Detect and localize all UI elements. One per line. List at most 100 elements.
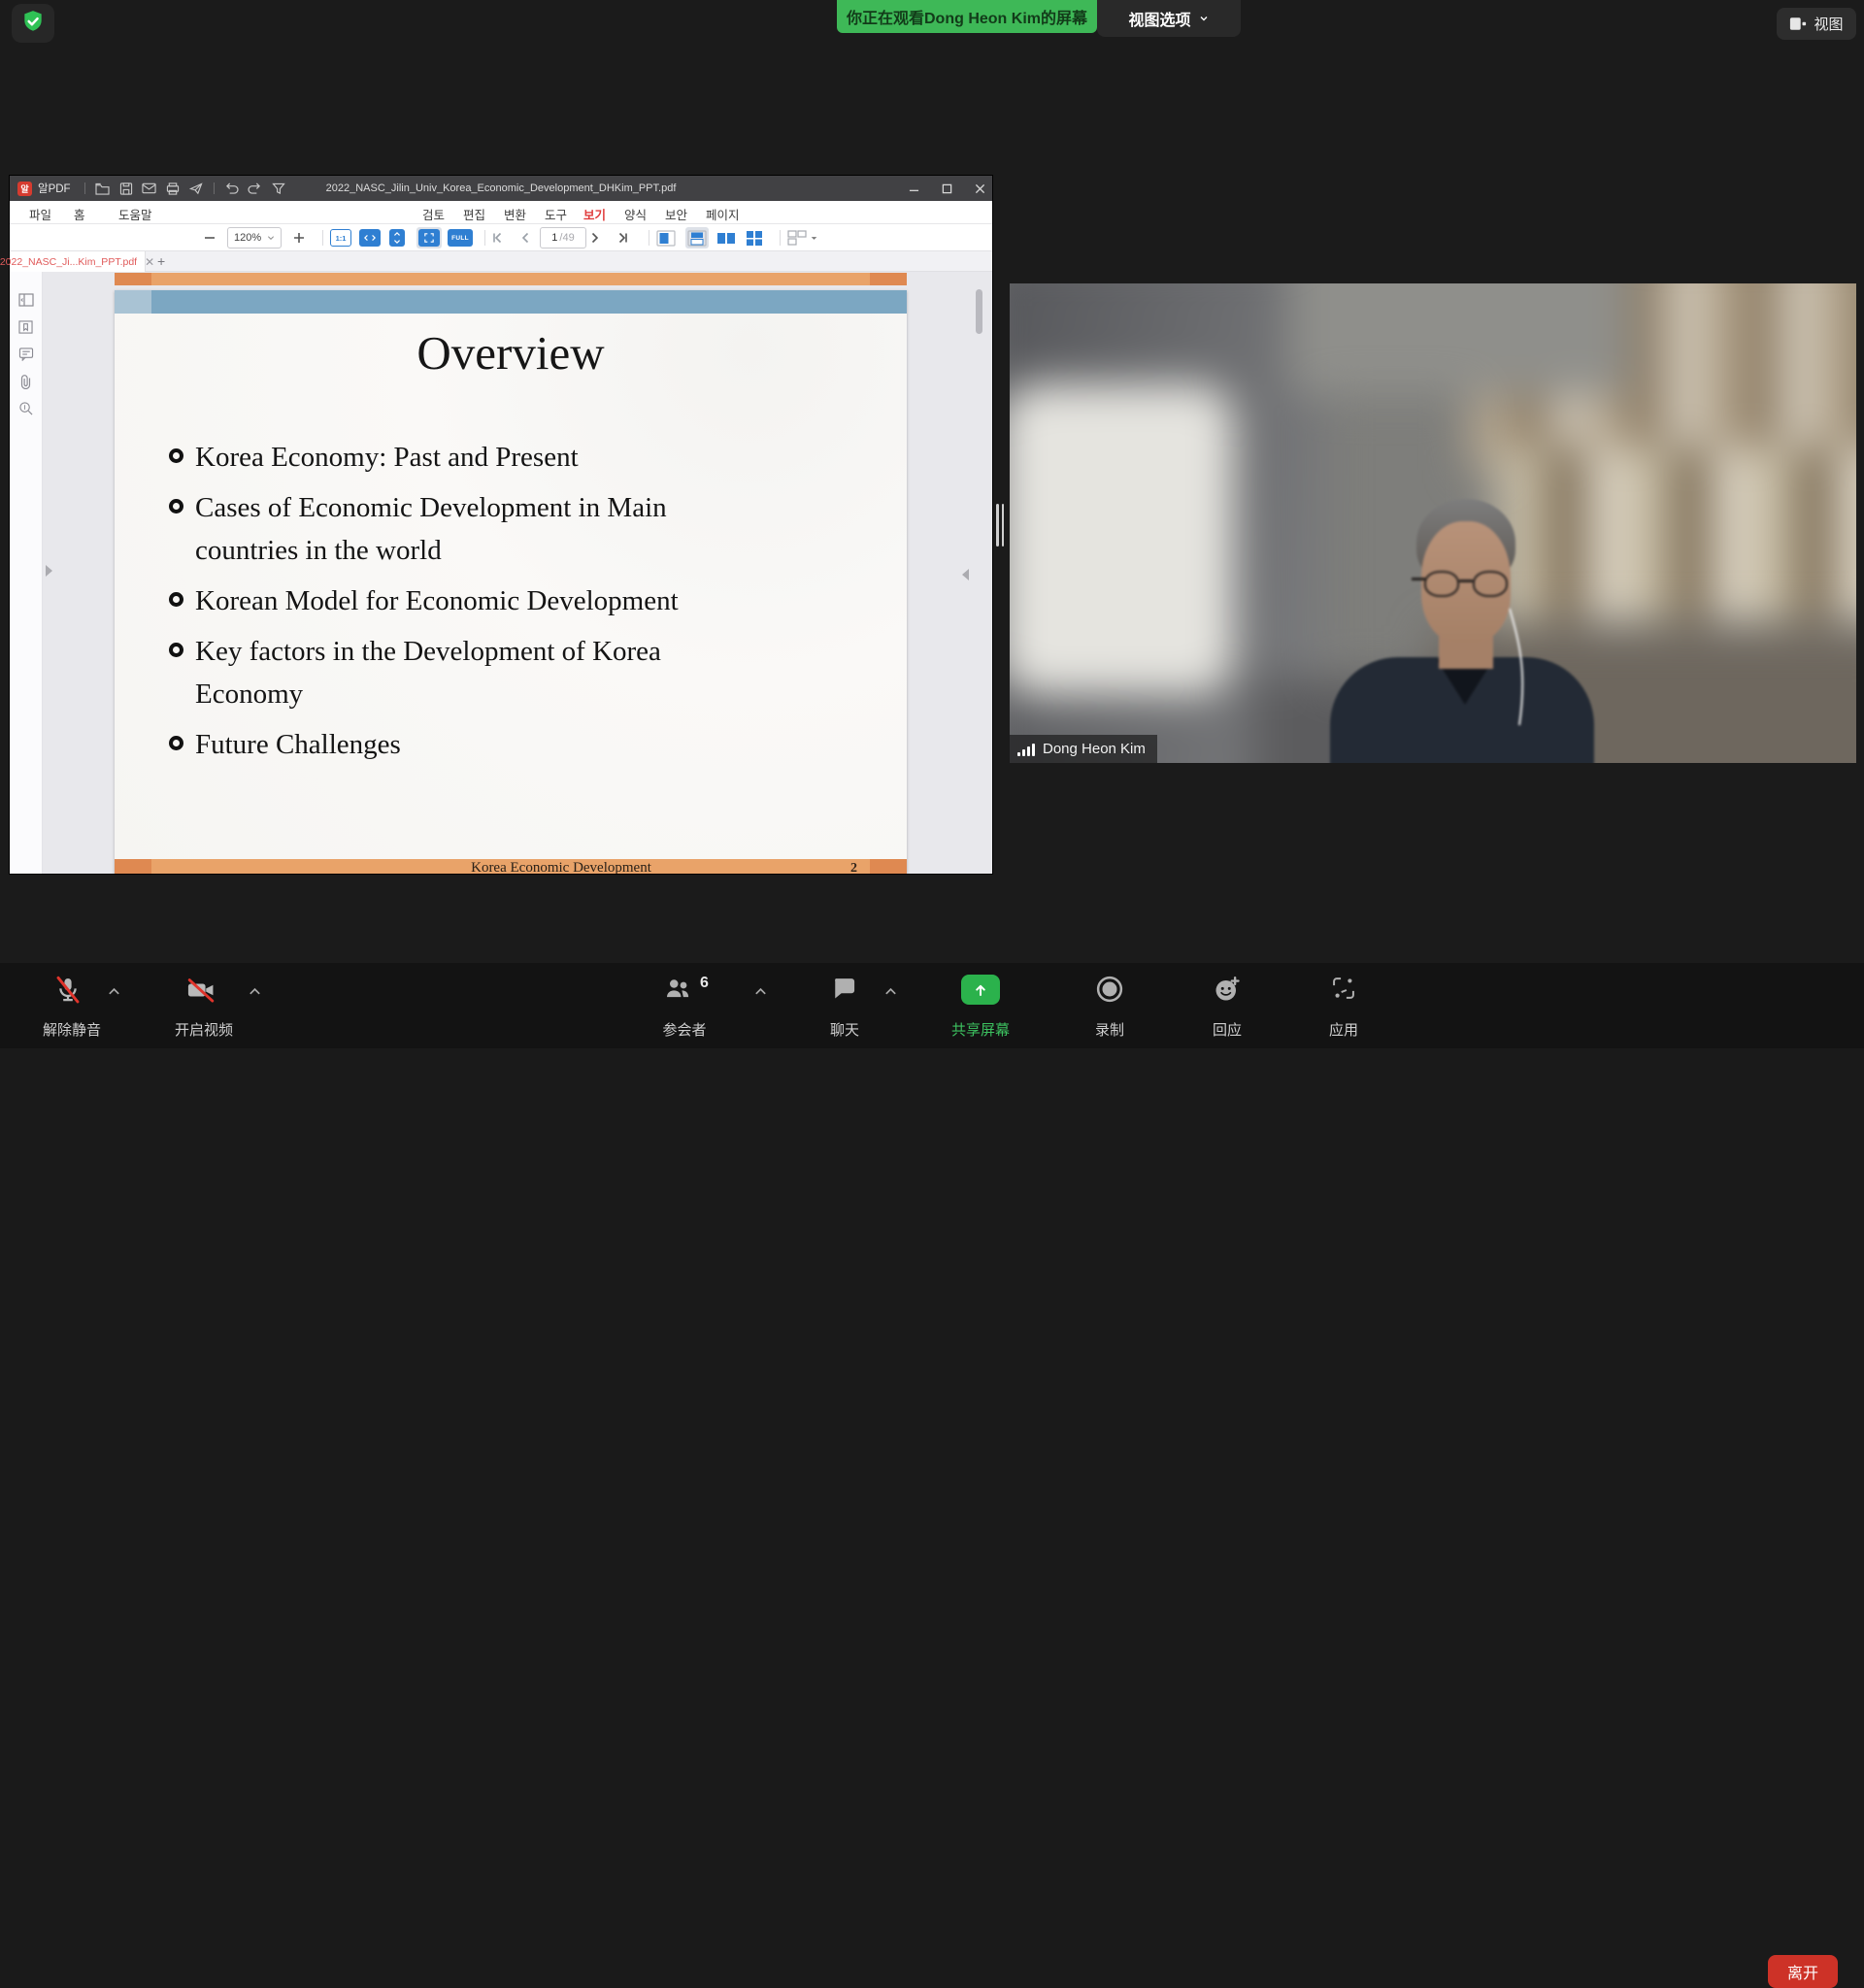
pdf-tabbar: 2022_NASC_Ji...Kim_PPT.pdf ✕ + <box>10 251 992 272</box>
panel-resize-handle[interactable] <box>996 504 1008 547</box>
audio-options-chevron[interactable] <box>107 984 121 1002</box>
open-file-icon[interactable] <box>91 180 115 197</box>
last-page-button[interactable] <box>616 227 628 248</box>
leave-meeting-button[interactable]: 离开 <box>1768 1955 1838 1988</box>
chat-chevron[interactable] <box>883 984 898 1002</box>
band-cap <box>115 290 151 314</box>
prev-page-button[interactable] <box>520 227 530 248</box>
speaker-view-icon <box>1789 17 1807 31</box>
collapse-panel-arrow[interactable] <box>962 569 969 580</box>
band-cap <box>870 273 907 285</box>
bullet-item: Korean Model for Economic Development <box>169 580 756 622</box>
menu-edit[interactable]: 편집 <box>463 205 485 223</box>
document-tab[interactable]: 2022_NASC_Ji...Kim_PPT.pdf ✕ <box>10 251 146 272</box>
pdf-menubar: 파일 홈 도움말 검토 편집 변환 도구 보기 양식 보안 페이지 <box>10 201 992 224</box>
fit-width-button[interactable] <box>359 227 381 248</box>
pdf-toolbar: 120% 1:1 FULL 1 /49 <box>10 224 992 251</box>
unmute-button[interactable]: 解除静音 <box>14 971 130 1041</box>
grid-view-button[interactable] <box>746 227 763 248</box>
zoom-level-select[interactable]: 120% <box>227 227 282 248</box>
thumbnails-panel-icon[interactable] <box>18 293 34 309</box>
maximize-button[interactable] <box>940 182 953 195</box>
page-number-input[interactable]: 1 /49 <box>540 227 586 248</box>
chat-button[interactable]: 聊天 <box>786 971 903 1041</box>
bullet-item: Korea Economy: Past and Present <box>169 436 756 479</box>
bookmarks-icon[interactable] <box>18 320 34 336</box>
single-page-view-button[interactable] <box>656 227 676 248</box>
apps-label: 应用 <box>1285 1019 1402 1040</box>
share-send-icon[interactable] <box>184 180 208 197</box>
two-page-view-button[interactable] <box>716 227 736 248</box>
pdf-titlebar: 알 알PDF 2022_NASC_Jilin_Univ_Korea_Econom… <box>10 176 992 201</box>
chat-icon <box>830 975 857 1007</box>
pdf-document-area[interactable]: Overview Korea Economy: Past and Present… <box>43 272 992 874</box>
slide-footer-text: Korea Economic Development <box>471 860 651 874</box>
new-tab-button[interactable]: + <box>157 253 165 269</box>
menu-convert[interactable]: 변환 <box>504 205 526 223</box>
menu-help[interactable]: 도움말 <box>118 205 152 223</box>
current-page: 1 <box>551 232 557 244</box>
minimize-button[interactable] <box>907 182 920 195</box>
attachments-icon[interactable] <box>18 374 34 389</box>
menu-forms[interactable]: 양식 <box>624 205 647 223</box>
participant-video-tile[interactable]: Dong Heon Kim <box>1010 283 1856 763</box>
full-screen-button[interactable]: FULL <box>448 227 473 248</box>
actual-size-button[interactable]: 1:1 <box>330 227 351 248</box>
slide-footer-band: Korea Economic Development 2 <box>115 859 907 874</box>
view-button-label: 视图 <box>1814 14 1843 34</box>
save-icon[interactable] <box>115 180 138 197</box>
slide-page: Overview Korea Economy: Past and Present… <box>115 290 907 874</box>
next-page-button[interactable] <box>590 227 600 248</box>
print-icon[interactable] <box>161 180 184 197</box>
zoom-in-button[interactable] <box>293 227 305 248</box>
watching-screen-banner: 你正在观看Dong Heon Kim的屏幕 <box>837 0 1097 33</box>
participants-button[interactable]: 6 参会者 <box>626 971 772 1041</box>
video-options-chevron[interactable] <box>248 984 262 1002</box>
menu-security[interactable]: 보안 <box>665 205 687 223</box>
zoom-out-button[interactable] <box>204 227 216 248</box>
reactions-button[interactable]: 回应 <box>1169 971 1285 1041</box>
undo-icon[interactable] <box>220 180 244 197</box>
filter-customize-icon[interactable] <box>267 180 290 197</box>
view-layout-button[interactable]: 视图 <box>1777 8 1856 40</box>
mail-icon[interactable] <box>138 180 161 197</box>
microphone-muted-icon <box>52 975 83 1011</box>
security-shield-button[interactable] <box>12 4 54 43</box>
menu-home[interactable]: 홈 <box>74 205 85 223</box>
band-cap <box>115 273 151 285</box>
alpdf-logo-icon: 알 <box>17 182 32 196</box>
fit-height-button[interactable] <box>389 227 405 248</box>
continuous-view-button[interactable] <box>685 227 709 248</box>
expand-panel-arrow[interactable] <box>46 565 52 577</box>
menu-view-active[interactable]: 보기 <box>583 205 606 223</box>
page-layout-dropdown[interactable] <box>787 227 817 248</box>
participants-chevron[interactable] <box>753 984 768 1002</box>
document-scrollbar[interactable] <box>976 289 982 334</box>
first-page-button[interactable] <box>492 227 504 248</box>
record-button[interactable]: 录制 <box>1051 971 1168 1041</box>
pdf-viewer-window: 알 알PDF 2022_NASC_Jilin_Univ_Korea_Econom… <box>10 176 992 874</box>
chevron-down-icon <box>1198 13 1210 24</box>
meeting-control-bar: 解除静音 开启视频 6 参会者 聊天 <box>0 963 1864 1048</box>
search-icon[interactable] <box>18 401 34 416</box>
view-options-button[interactable]: 视图选项 <box>1097 0 1241 37</box>
comments-icon[interactable] <box>18 348 34 363</box>
record-icon <box>1095 975 1124 1009</box>
glasses-left-lens <box>1424 571 1459 597</box>
chat-label: 聊天 <box>786 1019 903 1040</box>
menu-review[interactable]: 검토 <box>422 205 445 223</box>
glasses-right-lens <box>1473 571 1508 597</box>
reactions-label: 回应 <box>1169 1019 1285 1040</box>
redo-icon[interactable] <box>244 180 267 197</box>
menu-tools[interactable]: 도구 <box>545 205 567 223</box>
unmute-label: 解除静音 <box>14 1019 130 1040</box>
leave-label: 离开 <box>1787 1960 1818 1983</box>
start-video-button[interactable]: 开启视频 <box>146 971 262 1041</box>
menu-pages[interactable]: 페이지 <box>706 205 740 223</box>
share-screen-button[interactable]: 共享屏幕 <box>922 971 1039 1041</box>
menu-file[interactable]: 파일 <box>29 205 51 223</box>
apps-button[interactable]: 应用 <box>1285 971 1402 1041</box>
fit-page-button[interactable] <box>416 227 442 248</box>
close-button[interactable] <box>973 182 986 195</box>
tab-close-icon[interactable]: ✕ <box>145 256 154 268</box>
